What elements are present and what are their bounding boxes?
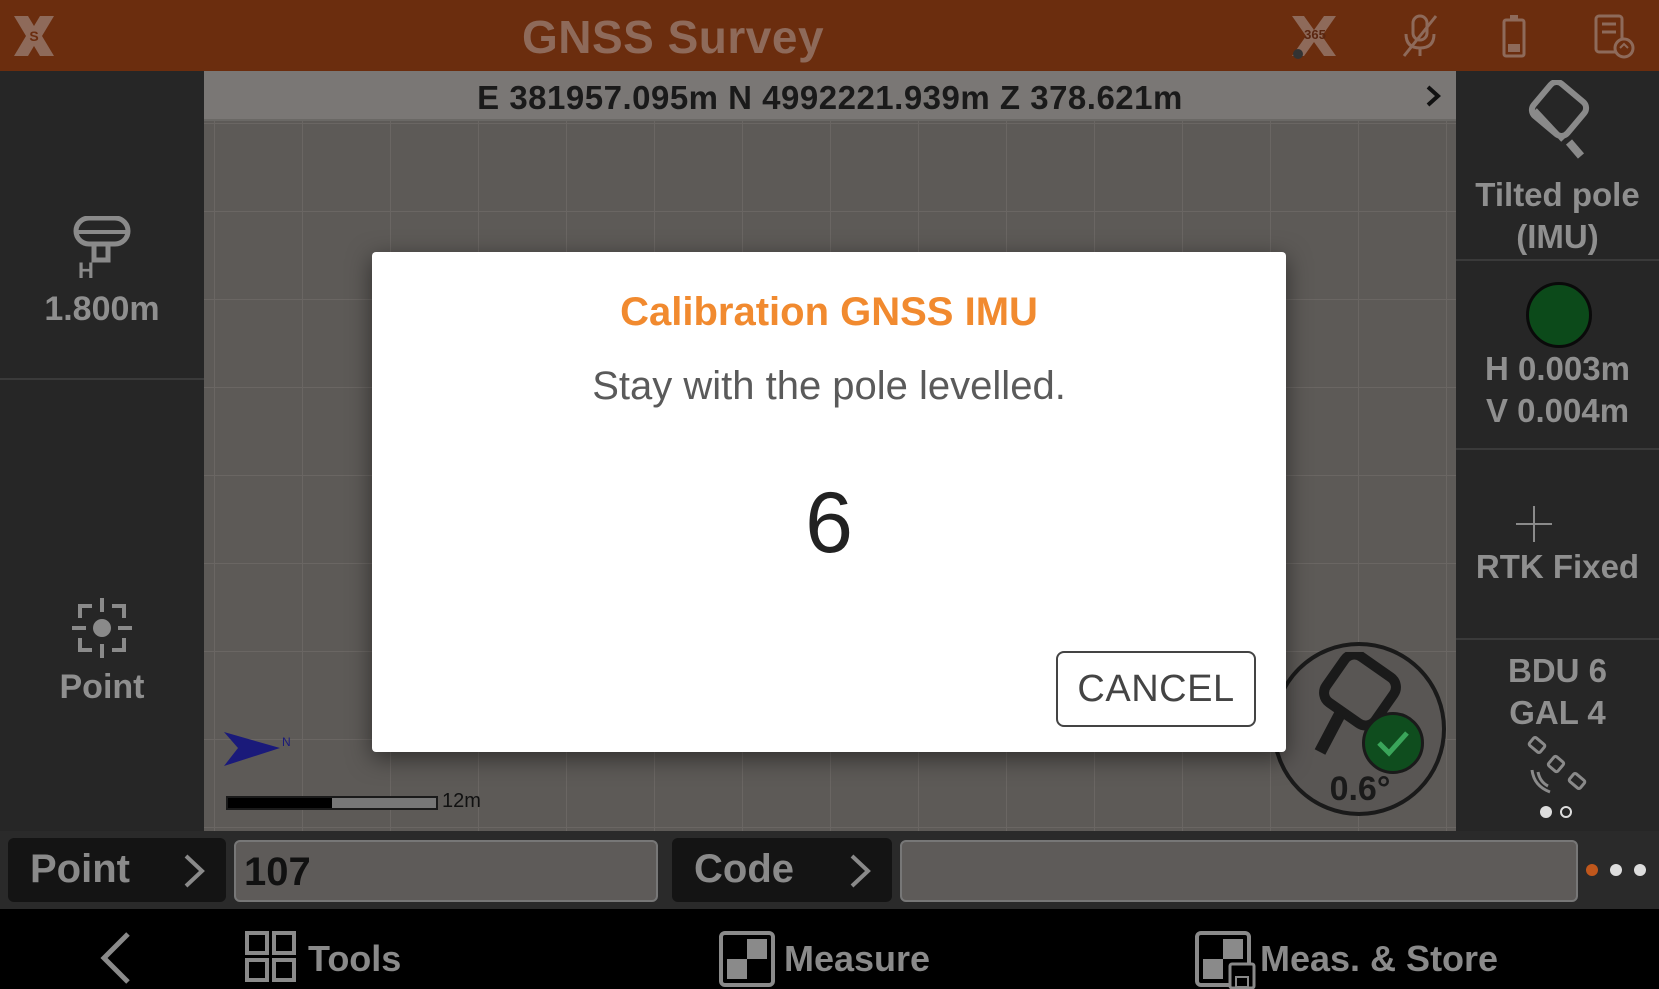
antenna-label: H bbox=[78, 258, 94, 280]
tools-grid-icon bbox=[245, 931, 296, 982]
tilt-angle-value: 0.6° bbox=[1329, 770, 1391, 808]
satellite-count-gal[interactable]: GAL 4 bbox=[1456, 692, 1659, 734]
point-mode-label[interactable]: Point bbox=[0, 668, 204, 707]
license-365-icon[interactable]: 365 bbox=[1288, 10, 1340, 62]
battery-icon bbox=[1502, 15, 1526, 58]
pole-mode-line2[interactable]: (IMU) bbox=[1456, 216, 1659, 258]
point-button-label: Point bbox=[30, 847, 130, 891]
tilted-pole-imu-icon[interactable] bbox=[1515, 80, 1601, 166]
satellite-icon bbox=[1527, 736, 1587, 794]
antenna-height-icon[interactable]: H bbox=[68, 216, 134, 280]
chevron-right-icon[interactable] bbox=[1422, 81, 1446, 111]
north-label: N bbox=[282, 735, 291, 749]
right-panel-divider bbox=[1456, 638, 1659, 640]
device-sync-icon[interactable] bbox=[1586, 10, 1638, 62]
precision-h-value: H 0.003m bbox=[1485, 350, 1630, 387]
measure-store-icon bbox=[1195, 931, 1256, 989]
map-scale-label: 12m bbox=[442, 790, 481, 812]
code-field[interactable] bbox=[900, 840, 1578, 902]
coordinates-readout: E 381957.095m N 4992221.939m Z 378.621m bbox=[477, 79, 1183, 116]
more-dots-icon[interactable] bbox=[1584, 862, 1654, 878]
page-title: GNSS Survey bbox=[521, 11, 825, 63]
precision-v-value: V 0.004m bbox=[1485, 392, 1630, 429]
calibration-dialog: Calibration GNSS IMU Stay with the pole … bbox=[372, 252, 1286, 752]
map-scale-fill bbox=[228, 798, 332, 808]
countdown-value: 6 bbox=[805, 475, 853, 571]
right-panel-divider bbox=[1456, 259, 1659, 261]
pole-height-value[interactable]: 1.800m bbox=[0, 290, 204, 329]
solution-status[interactable]: RTK Fixed bbox=[1456, 546, 1659, 588]
back-arrow-icon[interactable] bbox=[96, 930, 136, 986]
crosshair-target-icon[interactable] bbox=[70, 596, 134, 660]
measure-icon bbox=[719, 931, 775, 987]
tilt-ok-badge bbox=[1362, 712, 1424, 774]
measure-and-store-button[interactable]: Meas. & Store bbox=[1194, 930, 1498, 989]
point-name-value: 107 bbox=[244, 850, 311, 894]
code-button-label: Code bbox=[694, 847, 794, 891]
dialog-message: Stay with the pole levelled. bbox=[592, 364, 1066, 408]
mic-off-icon[interactable] bbox=[1394, 10, 1446, 62]
satellite-count-bdu[interactable]: BDU 6 bbox=[1456, 650, 1659, 692]
right-panel-divider bbox=[1456, 448, 1659, 450]
pole-mode-line1[interactable]: Tilted pole bbox=[1456, 174, 1659, 216]
cancel-button[interactable]: CANCEL bbox=[1056, 651, 1256, 727]
crosshair-plus-icon bbox=[1516, 506, 1552, 542]
page-indicator-icon bbox=[1540, 806, 1572, 818]
tools-button[interactable]: Tools bbox=[244, 930, 424, 988]
code-button[interactable]: Code bbox=[672, 838, 892, 902]
north-arrow-icon: N bbox=[224, 732, 291, 766]
measure-label: Measure bbox=[784, 938, 931, 979]
measure-store-label: Meas. & Store bbox=[1260, 938, 1499, 979]
left-panel-divider bbox=[0, 378, 204, 380]
chevron-right-icon bbox=[850, 854, 871, 888]
point-name-field[interactable]: 107 bbox=[234, 840, 658, 902]
checkmark-icon bbox=[1377, 731, 1409, 757]
left-panel bbox=[0, 71, 204, 831]
tools-label: Tools bbox=[308, 938, 402, 979]
license-badge: 365 bbox=[1304, 27, 1326, 42]
measure-button[interactable]: Measure bbox=[718, 930, 938, 988]
chevron-right-icon bbox=[184, 854, 205, 888]
point-button[interactable]: Point bbox=[8, 838, 226, 902]
map-scale-bar bbox=[226, 796, 438, 810]
dialog-title: Calibration GNSS IMU bbox=[620, 290, 1038, 334]
fix-status-indicator bbox=[1526, 282, 1592, 348]
coordinate-bar[interactable]: E 381957.095m N 4992221.939m Z 378.621m bbox=[204, 71, 1456, 121]
